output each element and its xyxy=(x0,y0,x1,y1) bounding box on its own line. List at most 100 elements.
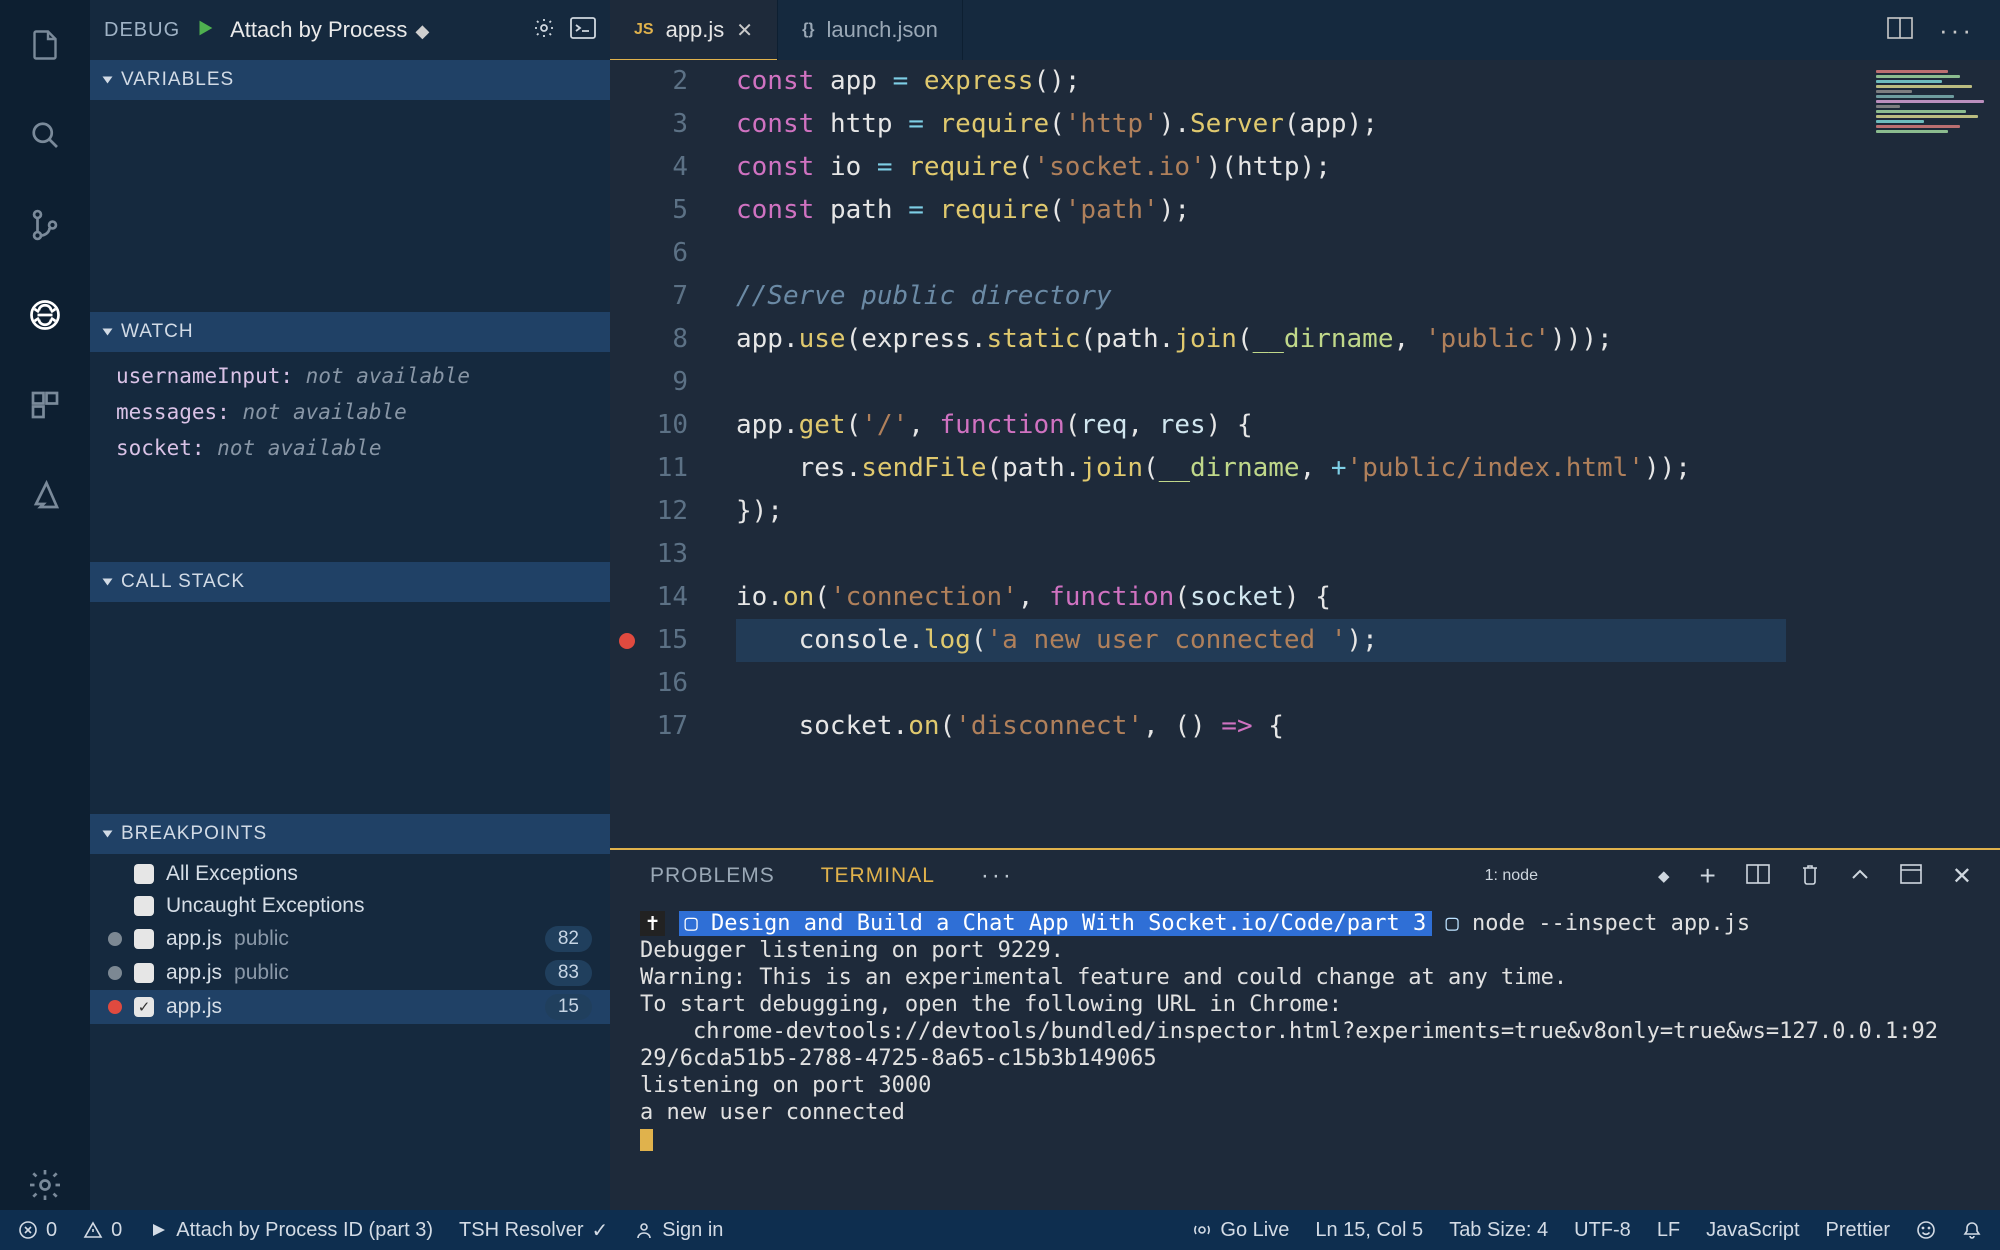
gutter-breakpoint[interactable] xyxy=(610,576,644,619)
breakpoint-row[interactable]: app.js public 82 xyxy=(90,922,610,956)
start-debug-icon[interactable] xyxy=(194,17,216,44)
gutter-breakpoint[interactable] xyxy=(610,361,644,404)
line-number: 16 xyxy=(644,662,688,705)
breakpoints-section-header[interactable]: BREAKPOINTS xyxy=(90,814,610,854)
split-terminal-icon[interactable] xyxy=(1746,864,1770,889)
line-number: 10 xyxy=(644,404,688,447)
status-prettier[interactable]: Prettier xyxy=(1826,1219,1890,1242)
code-line[interactable]: const app = express(); xyxy=(736,60,1786,103)
watch-section-header[interactable]: WATCH xyxy=(90,312,610,352)
line-number: 4 xyxy=(644,146,688,189)
watch-row[interactable]: usernameInput: not available xyxy=(90,358,610,394)
gutter-breakpoint[interactable] xyxy=(610,146,644,189)
new-terminal-icon[interactable]: + xyxy=(1700,860,1716,892)
debug-icon[interactable] xyxy=(20,290,70,340)
variables-title: VARIABLES xyxy=(121,69,234,91)
split-editor-icon[interactable] xyxy=(1887,17,1913,44)
gutter-breakpoint[interactable] xyxy=(610,662,644,705)
status-eol[interactable]: LF xyxy=(1657,1219,1680,1242)
gutter-breakpoint[interactable] xyxy=(610,705,644,748)
panel-tab-problems[interactable]: PROBLEMS xyxy=(650,864,775,888)
code-line[interactable]: const http = require('http').Server(app)… xyxy=(736,103,1786,146)
panel-tab-terminal[interactable]: TERMINAL xyxy=(821,864,935,888)
breakpoint-all-exceptions[interactable]: All Exceptions xyxy=(90,858,610,890)
checkbox-icon[interactable] xyxy=(134,963,154,983)
variables-section-header[interactable]: VARIABLES xyxy=(90,60,610,100)
close-icon[interactable]: ✕ xyxy=(736,18,753,43)
search-icon[interactable] xyxy=(20,110,70,160)
gutter-breakpoint[interactable] xyxy=(610,275,644,318)
status-bar: 0 0 Attach by Process ID (part 3) TSH Re… xyxy=(0,1210,2000,1250)
gutter-breakpoint[interactable] xyxy=(610,404,644,447)
debug-header: DEBUG Attach by Process◆ xyxy=(90,0,610,60)
status-golive[interactable]: Go Live xyxy=(1192,1219,1289,1242)
breakpoint-row[interactable]: app.js public 83 xyxy=(90,956,610,990)
debug-config-select[interactable]: Attach by Process◆ xyxy=(230,17,518,43)
code-line[interactable] xyxy=(736,361,1786,404)
callstack-section-header[interactable]: CALL STACK xyxy=(90,562,610,602)
terminal-line: listening on port 3000 xyxy=(640,1072,1970,1099)
close-panel-icon[interactable]: ✕ xyxy=(1952,862,1972,891)
gutter-breakpoint[interactable] xyxy=(610,619,644,662)
code-line[interactable]: const path = require('path'); xyxy=(736,189,1786,232)
code-line[interactable]: res.sendFile(path.join(__dirname, +'publ… xyxy=(736,447,1786,490)
code-line[interactable]: console.log('a new user connected '); xyxy=(736,619,1786,662)
code-editor[interactable]: 234567891011121314151617 const app = exp… xyxy=(610,60,2000,848)
debug-settings-icon[interactable] xyxy=(532,16,556,45)
checkbox-icon[interactable] xyxy=(134,864,154,884)
status-errors[interactable]: 0 xyxy=(18,1219,57,1242)
status-debug-target[interactable]: Attach by Process ID (part 3) xyxy=(148,1219,433,1242)
gutter-breakpoint[interactable] xyxy=(610,490,644,533)
code-line[interactable]: //Serve public directory xyxy=(736,275,1786,318)
code-line[interactable]: app.get('/', function(req, res) { xyxy=(736,404,1786,447)
gutter-breakpoint[interactable] xyxy=(610,60,644,103)
status-cursor[interactable]: Ln 15, Col 5 xyxy=(1315,1219,1423,1242)
settings-gear-icon[interactable] xyxy=(20,1160,70,1210)
kill-terminal-icon[interactable] xyxy=(1800,863,1820,890)
gutter-breakpoint[interactable] xyxy=(610,318,644,361)
gutter-breakpoint[interactable] xyxy=(610,533,644,576)
gutter-breakpoint[interactable] xyxy=(610,447,644,490)
source-control-icon[interactable] xyxy=(20,200,70,250)
maximize-panel-icon[interactable] xyxy=(1900,864,1922,889)
code-line[interactable] xyxy=(736,533,1786,576)
breakpoint-row[interactable]: ✓ app.js 15 xyxy=(90,990,610,1024)
gutter-breakpoint[interactable] xyxy=(610,103,644,146)
azure-icon[interactable] xyxy=(20,470,70,520)
watch-row[interactable]: socket: not available xyxy=(90,430,610,466)
line-number: 2 xyxy=(644,60,688,103)
minimap[interactable] xyxy=(1872,68,1992,228)
code-line[interactable] xyxy=(736,662,1786,705)
status-language[interactable]: JavaScript xyxy=(1706,1219,1799,1242)
status-bell-icon[interactable] xyxy=(1962,1220,1982,1240)
status-tsh-resolver[interactable]: TSH Resolver ✓ xyxy=(459,1218,608,1243)
extensions-icon[interactable] xyxy=(20,380,70,430)
status-tabsize[interactable]: Tab Size: 4 xyxy=(1449,1219,1548,1242)
panel-overflow-icon[interactable]: ··· xyxy=(981,862,1014,890)
terminal-output[interactable]: ✝ ▢ Design and Build a Chat App With Soc… xyxy=(610,902,2000,1210)
code-line[interactable]: app.use(express.static(path.join(__dirna… xyxy=(736,318,1786,361)
panel-up-icon[interactable] xyxy=(1850,867,1870,886)
more-actions-icon[interactable]: ··· xyxy=(1939,15,1974,46)
code-line[interactable]: socket.on('disconnect', () => { xyxy=(736,705,1786,748)
status-encoding[interactable]: UTF-8 xyxy=(1574,1219,1631,1242)
status-warnings[interactable]: 0 xyxy=(83,1219,122,1242)
gutter-breakpoint[interactable] xyxy=(610,232,644,275)
checkbox-icon[interactable] xyxy=(134,929,154,949)
status-feedback-icon[interactable] xyxy=(1916,1220,1936,1240)
gutter-breakpoint[interactable] xyxy=(610,189,644,232)
watch-row[interactable]: messages: not available xyxy=(90,394,610,430)
code-line[interactable]: const io = require('socket.io')(http); xyxy=(736,146,1786,189)
breakpoint-uncaught-exceptions[interactable]: Uncaught Exceptions xyxy=(90,890,610,922)
status-signin[interactable]: Sign in xyxy=(634,1219,723,1242)
checkbox-icon[interactable]: ✓ xyxy=(134,997,154,1017)
code-line[interactable]: }); xyxy=(736,490,1786,533)
tab-app-js[interactable]: JS app.js ✕ xyxy=(610,0,778,60)
debug-console-icon[interactable] xyxy=(570,17,596,44)
tab-launch-json[interactable]: {} launch.json xyxy=(778,0,963,60)
code-line[interactable]: io.on('connection', function(socket) { xyxy=(736,576,1786,619)
terminal-select[interactable]: 1: node◆ xyxy=(1485,867,1670,885)
explorer-icon[interactable] xyxy=(20,20,70,70)
checkbox-icon[interactable] xyxy=(134,896,154,916)
code-line[interactable] xyxy=(736,232,1786,275)
